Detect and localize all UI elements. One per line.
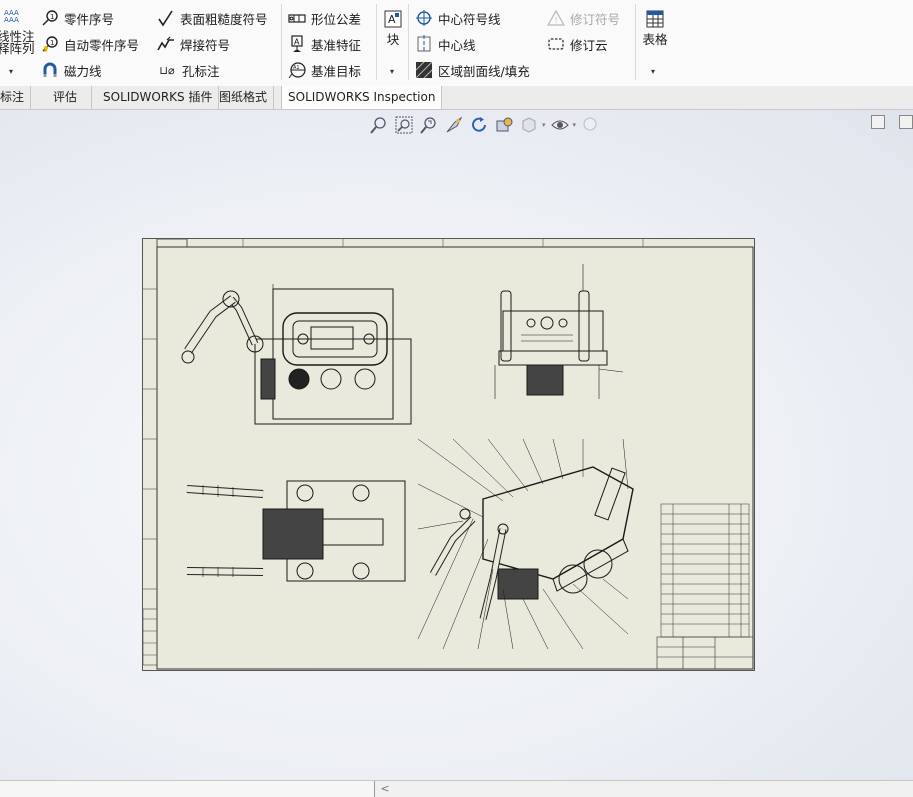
surface-finish-button[interactable]: 表面粗糙度符号 — [156, 7, 268, 29]
restore-icon[interactable] — [871, 115, 885, 129]
hide-show-items-icon[interactable] — [518, 114, 540, 136]
svg-text:A: A — [294, 38, 300, 47]
center-mark-label: 中心符号线 — [438, 11, 501, 27]
zoom-to-area-icon[interactable] — [393, 114, 415, 136]
tab-annotation[interactable]: 标注 — [0, 86, 32, 109]
drawing-sheet-graphics — [143, 239, 754, 670]
linear-note-pattern-button[interactable]: AAA AAA 线性注 释阵列 — [0, 6, 35, 58]
block-label: 块 — [386, 32, 400, 47]
surface-finish-label: 表面粗糙度符号 — [180, 11, 268, 27]
table-button[interactable]: 表格 — [640, 10, 670, 48]
command-manager-ribbon: AAA AAA 线性注 释阵列 ▾ 1 零件序号 1 自动零件序号 磁力线 表面粗… — [0, 0, 913, 87]
balloon-button[interactable]: 1 零件序号 — [40, 7, 114, 29]
hole-callout-icon: ⊔⌀ — [159, 63, 175, 77]
chevron-down-icon[interactable]: ▾ — [390, 67, 394, 76]
hatch-icon — [414, 60, 434, 80]
area-hatch-button[interactable]: 区域剖面线/填充 — [414, 59, 530, 81]
eye-icon[interactable] — [549, 114, 571, 136]
datum-feature-button[interactable]: A 基准特征 — [287, 33, 361, 55]
balloon-icon: 1 — [40, 8, 60, 28]
balloon-label: 零件序号 — [64, 11, 115, 27]
drawing-sheet[interactable] — [142, 238, 755, 671]
graphics-area[interactable]: ▾ ▾ — [0, 110, 913, 780]
center-mark-icon — [414, 8, 434, 28]
revision-symbol-label: 修订符号 — [570, 11, 621, 27]
scroll-left-arrow[interactable]: < — [378, 781, 392, 797]
tab-sheet-format[interactable]: 图纸格式 — [212, 86, 275, 109]
section-view-icon[interactable] — [443, 114, 465, 136]
svg-text:A: A — [388, 13, 396, 26]
svg-text:!: ! — [555, 16, 558, 25]
aaa-icon: AAA AAA — [4, 9, 19, 24]
table-label: 表格 — [642, 32, 668, 47]
magnetic-line-button[interactable]: 磁力线 — [40, 59, 102, 81]
ribbon-separator — [376, 4, 377, 80]
command-manager-tabs: 标注 评估 SOLIDWORKS 插件 图纸格式 SOLIDWORKS Insp… — [0, 86, 913, 110]
tab-solidworks-addins[interactable]: SOLIDWORKS 插件 — [96, 86, 220, 109]
zoom-previous-icon[interactable] — [418, 114, 440, 136]
tab-solidworks-inspection[interactable]: SOLIDWORKS Inspection — [281, 86, 443, 109]
rotate-icon[interactable] — [468, 114, 490, 136]
hole-callout-button[interactable]: ⊔⌀ 孔标注 — [156, 59, 220, 81]
block-button[interactable]: A 块 — [381, 10, 405, 48]
revision-cloud-icon — [546, 34, 566, 54]
maximize-icon[interactable] — [899, 115, 913, 129]
datum-feature-label: 基准特征 — [311, 37, 362, 53]
horizontal-scrollbar[interactable] — [392, 784, 913, 794]
chevron-down-icon[interactable]: ▾ — [542, 121, 546, 129]
area-hatch-label: 区域剖面线/填充 — [438, 63, 530, 79]
weld-symbol-icon — [156, 34, 176, 54]
hole-callout-label: 孔标注 — [182, 63, 220, 79]
datum-feature-icon: A — [287, 34, 307, 54]
geometric-tolerance-icon — [287, 8, 307, 28]
auto-balloon-icon: 1 — [40, 34, 60, 54]
magnet-icon — [40, 60, 60, 80]
display-style-icon[interactable] — [493, 114, 515, 136]
auto-balloon-label: 自动零件序号 — [64, 37, 140, 53]
chevron-down-icon[interactable]: ▾ — [9, 67, 13, 76]
surface-finish-icon — [156, 8, 176, 28]
datum-target-button[interactable]: A1 基准目标 — [287, 59, 361, 81]
sheet-tab-area[interactable] — [0, 781, 375, 797]
chevron-down-icon[interactable]: ▾ — [573, 121, 577, 129]
auto-balloon-button[interactable]: 1 自动零件序号 — [40, 33, 139, 55]
svg-text:A1: A1 — [293, 65, 300, 71]
centerline-icon — [414, 34, 434, 54]
center-mark-button[interactable]: 中心符号线 — [414, 7, 501, 29]
revision-cloud-label: 修订云 — [570, 37, 608, 53]
block-icon: A — [381, 10, 405, 28]
ribbon-separator — [635, 4, 636, 80]
centerline-label: 中心线 — [438, 37, 476, 53]
ribbon-separator — [408, 4, 409, 80]
linear-note-pattern-label-2: 释阵列 — [0, 41, 35, 56]
revision-symbol-icon: ! — [546, 8, 566, 28]
datum-target-label: 基准目标 — [311, 63, 362, 79]
weld-symbol-button[interactable]: 焊接符号 — [156, 33, 230, 55]
revision-cloud-button[interactable]: 修订云 — [546, 33, 608, 55]
svg-text:1: 1 — [50, 39, 54, 47]
appearance-icon[interactable] — [579, 114, 601, 136]
geometric-tolerance-label: 形位公差 — [311, 11, 362, 27]
ribbon-separator — [281, 4, 282, 80]
datum-target-icon: A1 — [287, 60, 307, 80]
centerline-button[interactable]: 中心线 — [414, 33, 476, 55]
weld-symbol-label: 焊接符号 — [180, 37, 231, 53]
revision-symbol-button[interactable]: ! 修订符号 — [546, 7, 620, 29]
geometric-tolerance-button[interactable]: 形位公差 — [287, 7, 361, 29]
svg-text:1: 1 — [50, 13, 54, 21]
tab-evaluate[interactable]: 评估 — [38, 86, 93, 109]
chevron-down-icon[interactable]: ▾ — [651, 67, 655, 76]
window-controls — [857, 115, 913, 129]
table-icon — [640, 10, 670, 28]
status-bar: < — [0, 780, 913, 797]
zoom-to-fit-icon[interactable] — [368, 114, 390, 136]
heads-up-view-toolbar: ▾ ▾ — [368, 113, 604, 137]
magnetic-line-label: 磁力线 — [64, 63, 102, 79]
